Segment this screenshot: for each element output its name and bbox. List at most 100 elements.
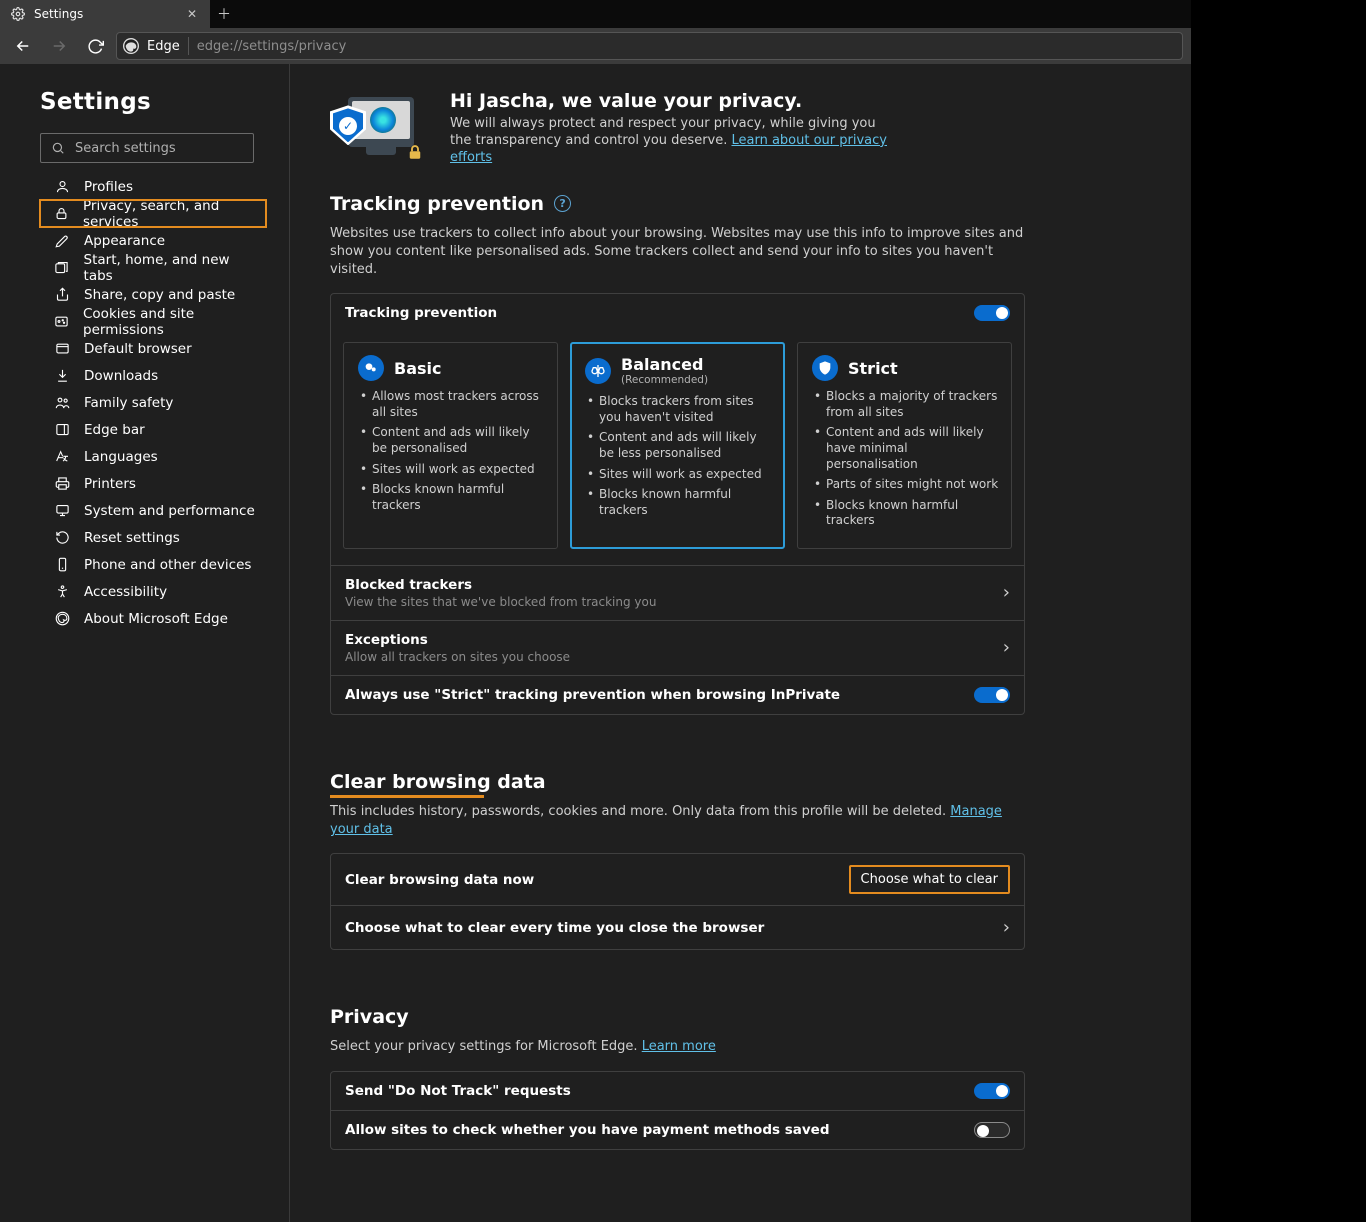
- clear-on-close-row[interactable]: Choose what to clear every time you clos…: [331, 905, 1024, 949]
- nav-label: Share, copy and paste: [84, 287, 235, 303]
- nav-label: Reset settings: [84, 530, 180, 546]
- edge-bar-icon: [54, 422, 70, 438]
- nav-reset-settings[interactable]: Reset settings: [40, 524, 266, 551]
- nav-label: Privacy, search, and services: [83, 198, 258, 230]
- privacy-hero: ✓ Hi Jascha, we value your privacy. We w…: [330, 90, 1025, 167]
- refresh-button[interactable]: [80, 31, 110, 61]
- nav-printers[interactable]: Printers: [40, 470, 266, 497]
- blocked-trackers-row[interactable]: Blocked trackers View the sites that we'…: [331, 565, 1024, 620]
- tracking-prevention-toggle[interactable]: [974, 305, 1010, 321]
- nav-label: Downloads: [84, 368, 158, 384]
- payment-methods-check-row: Allow sites to check whether you have pa…: [331, 1110, 1024, 1149]
- nav-label: Cookies and site permissions: [83, 306, 258, 338]
- card-title: Balanced: [621, 355, 708, 374]
- nav-about-edge[interactable]: About Microsoft Edge: [40, 605, 266, 632]
- nav-system-performance[interactable]: System and performance: [40, 497, 266, 524]
- nav-label: Phone and other devices: [84, 557, 251, 573]
- clear-browsing-data-panel: Clear browsing data now Choose what to c…: [330, 853, 1025, 950]
- download-icon: [54, 368, 70, 384]
- hero-title: Hi Jascha, we value your privacy.: [450, 90, 890, 112]
- address-bar[interactable]: Edge edge://settings/privacy: [116, 32, 1183, 60]
- tab-title: Settings: [34, 7, 176, 21]
- appearance-icon: [54, 233, 70, 249]
- strict-inprivate-toggle[interactable]: [974, 687, 1010, 703]
- default-browser-icon: [54, 341, 70, 357]
- site-identity[interactable]: Edge: [123, 37, 189, 55]
- tracking-prevention-description: Websites use trackers to collect info ab…: [330, 225, 1025, 280]
- site-identity-label: Edge: [147, 39, 180, 54]
- chevron-right-icon: ›: [1003, 582, 1010, 603]
- settings-sidebar: Settings Search settings Profiles Privac…: [0, 64, 290, 1222]
- languages-icon: [54, 449, 70, 465]
- balanced-icon: [585, 358, 611, 384]
- info-icon[interactable]: ?: [554, 195, 571, 212]
- new-tab-button[interactable]: ＋: [210, 0, 238, 28]
- gear-icon: [10, 6, 26, 22]
- profile-icon: [54, 179, 70, 195]
- url-text: edge://settings/privacy: [197, 39, 347, 54]
- privacy-learn-more-link[interactable]: Learn more: [642, 1039, 716, 1054]
- card-subtitle: (Recommended): [621, 374, 708, 386]
- strict-inprivate-row: Always use "Strict" tracking prevention …: [331, 675, 1024, 714]
- browser-tab-settings[interactable]: Settings ✕: [0, 0, 210, 28]
- choose-what-to-clear-button[interactable]: Choose what to clear: [849, 865, 1010, 894]
- nav-label: Edge bar: [84, 422, 145, 438]
- padlock-icon: [406, 143, 424, 161]
- privacy-heading: Privacy: [330, 1006, 1025, 1028]
- tab-close-button[interactable]: ✕: [184, 7, 200, 21]
- nav-label: Start, home, and new tabs: [84, 252, 258, 284]
- privacy-description: Select your privacy settings for Microso…: [330, 1038, 1025, 1056]
- payment-check-toggle[interactable]: [974, 1122, 1010, 1138]
- chevron-right-icon: ›: [1003, 917, 1010, 938]
- nav-privacy-search-services[interactable]: Privacy, search, and services: [40, 200, 266, 227]
- tabs-icon: [54, 260, 70, 276]
- settings-search-input[interactable]: Search settings: [40, 133, 254, 163]
- tracking-card-strict[interactable]: Strict Blocks a majority of trackers fro…: [797, 342, 1012, 549]
- tracking-card-balanced[interactable]: Balanced (Recommended) Blocks trackers f…: [570, 342, 785, 549]
- nav-cookies-site-permissions[interactable]: Cookies and site permissions: [40, 308, 266, 335]
- card-title: Strict: [848, 359, 898, 378]
- cookies-icon: [54, 314, 69, 330]
- nav-phone-other-devices[interactable]: Phone and other devices: [40, 551, 266, 578]
- nav-accessibility[interactable]: Accessibility: [40, 578, 266, 605]
- nav-label: About Microsoft Edge: [84, 611, 228, 627]
- nav-family-safety[interactable]: Family safety: [40, 389, 266, 416]
- settings-heading: Settings: [40, 89, 265, 115]
- nav-default-browser[interactable]: Default browser: [40, 335, 266, 362]
- accessibility-icon: [54, 584, 70, 600]
- strict-icon: [812, 355, 838, 381]
- nav-languages[interactable]: Languages: [40, 443, 266, 470]
- tracking-level-cards: Basic Allows most trackers across all si…: [331, 332, 1024, 565]
- nav-share-copy-paste[interactable]: Share, copy and paste: [40, 281, 266, 308]
- hero-illustration: ✓: [330, 95, 430, 161]
- clear-data-now-row: Clear browsing data now Choose what to c…: [331, 854, 1024, 905]
- chevron-right-icon: ›: [1003, 637, 1010, 658]
- nav-label: Printers: [84, 476, 136, 492]
- exceptions-row[interactable]: Exceptions Allow all trackers on sites y…: [331, 620, 1024, 675]
- phone-icon: [54, 557, 70, 573]
- nav-downloads[interactable]: Downloads: [40, 362, 266, 389]
- tracking-prevention-panel: Tracking prevention Basic Allows m: [330, 293, 1025, 715]
- nav-profiles[interactable]: Profiles: [40, 173, 266, 200]
- nav-edge-bar[interactable]: Edge bar: [40, 416, 266, 443]
- edge-about-icon: [54, 611, 70, 627]
- search-icon: [51, 141, 65, 155]
- do-not-track-toggle[interactable]: [974, 1083, 1010, 1099]
- hero-description: We will always protect and respect your …: [450, 116, 890, 167]
- nav-start-home-tabs[interactable]: Start, home, and new tabs: [40, 254, 266, 281]
- basic-icon: [358, 355, 384, 381]
- settings-body: Settings Search settings Profiles Privac…: [0, 64, 1191, 1222]
- settings-content: ✓ Hi Jascha, we value your privacy. We w…: [290, 64, 1191, 1222]
- nav-label: Appearance: [84, 233, 165, 249]
- printer-icon: [54, 476, 70, 492]
- search-placeholder: Search settings: [75, 141, 176, 156]
- back-button[interactable]: [8, 31, 38, 61]
- browser-toolbar: Edge edge://settings/privacy: [0, 28, 1191, 64]
- forward-button[interactable]: [44, 31, 74, 61]
- edge-logo-icon: [123, 38, 139, 54]
- nav-label: Languages: [84, 449, 158, 465]
- tracking-card-basic[interactable]: Basic Allows most trackers across all si…: [343, 342, 558, 549]
- share-icon: [54, 287, 70, 303]
- nav-label: Accessibility: [84, 584, 167, 600]
- nav-appearance[interactable]: Appearance: [40, 227, 266, 254]
